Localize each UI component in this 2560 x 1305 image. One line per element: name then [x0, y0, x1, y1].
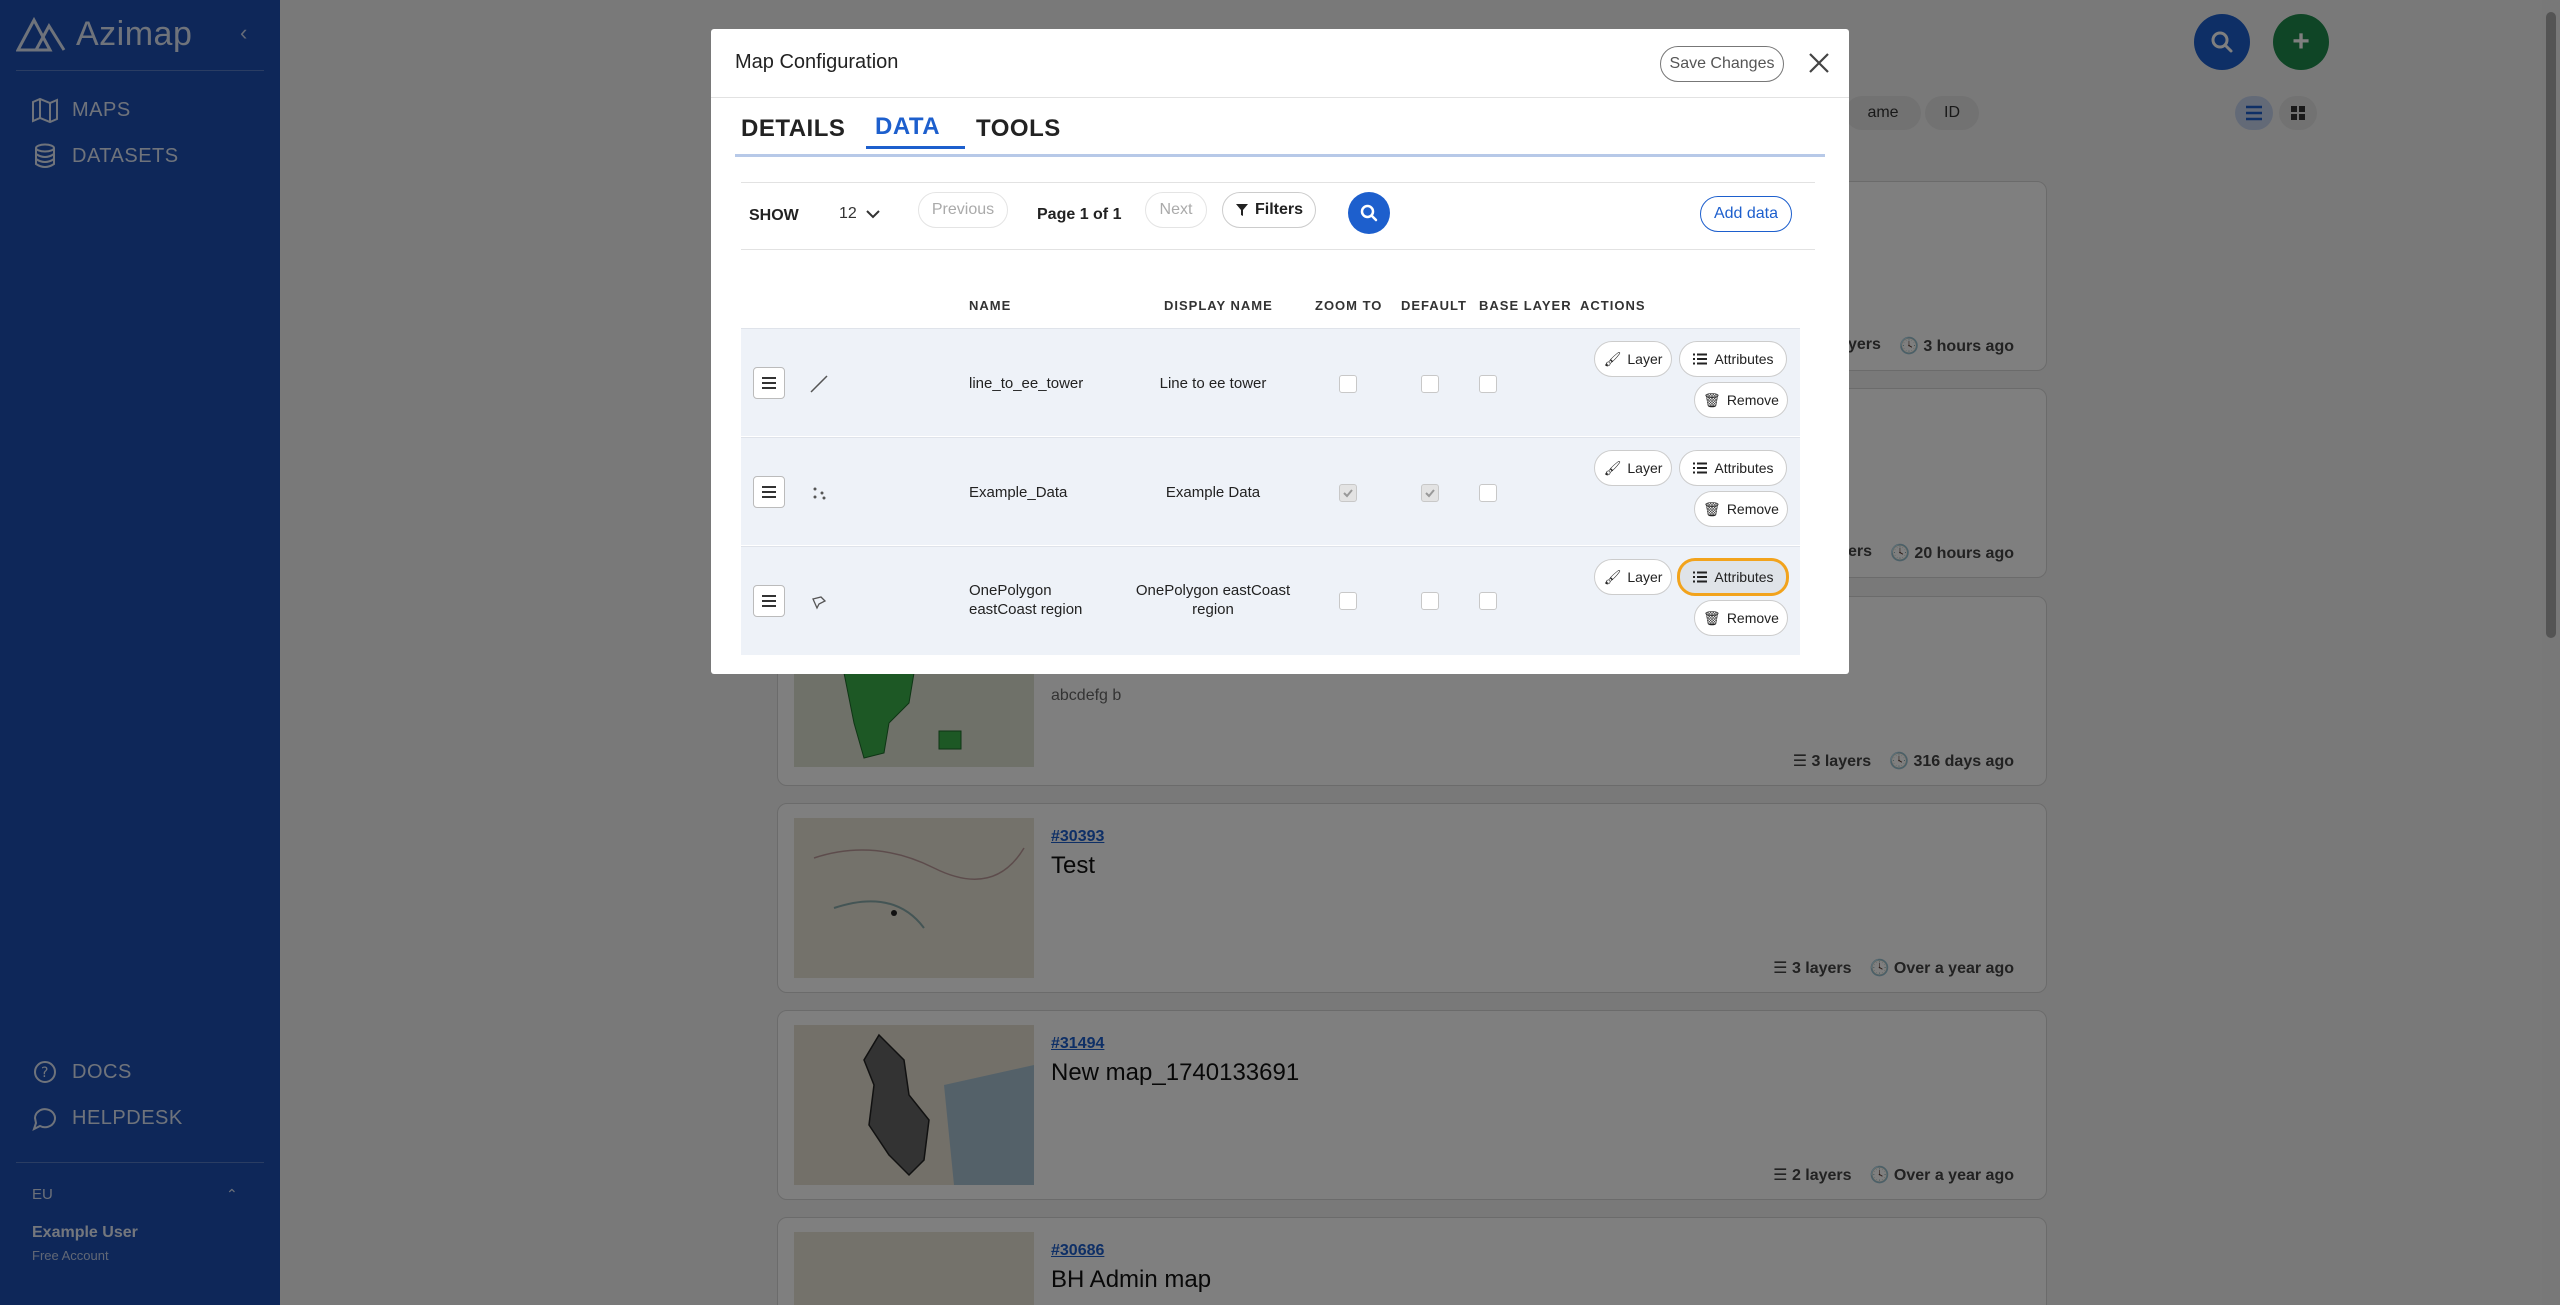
layer-display-name: Line to ee tower [1159, 375, 1267, 392]
zoom-to-checkbox[interactable] [1339, 375, 1357, 393]
polygon-geometry-icon [812, 596, 827, 610]
modal-divider [711, 97, 1849, 98]
drag-handle[interactable] [753, 585, 785, 617]
drag-handle[interactable] [753, 367, 785, 399]
point-geometry-icon [813, 487, 826, 500]
brush-icon: 🖌 [1603, 568, 1622, 585]
remove-layer-button[interactable]: 🗑 Remove [1694, 600, 1788, 636]
trash-icon: 🗑 [1703, 500, 1721, 517]
column-header-zoom-to: ZOOM TO [1315, 298, 1383, 313]
check-icon [1425, 489, 1435, 498]
layer-display-name: Example Data [1165, 484, 1261, 501]
page-size-value: 12 [839, 205, 857, 222]
attributes-button[interactable]: Attributes [1677, 558, 1789, 596]
remove-layer-button[interactable]: 🗑 Remove [1694, 491, 1788, 527]
attributes-button[interactable]: Attributes [1679, 341, 1787, 377]
column-header-default: DEFAULT [1401, 298, 1467, 313]
default-checkbox[interactable] [1421, 592, 1439, 610]
layer-display-name: OnePolygon eastCoast region [1135, 582, 1291, 618]
column-header-base-layer: BASE LAYER [1479, 298, 1572, 313]
close-icon [1809, 53, 1829, 73]
layer-style-button[interactable]: 🖌 Layer [1594, 559, 1672, 595]
column-header-actions: ACTIONS [1580, 298, 1646, 313]
brush-icon: 🖌 [1603, 459, 1622, 476]
map-configuration-modal: Map Configuration Save Changes DETAILS D… [711, 29, 1849, 674]
menu-icon [762, 486, 776, 498]
layer-name: OnePolygon eastCoast region [969, 582, 1083, 618]
toolbar-divider [741, 182, 1815, 183]
tab-details[interactable]: DETAILS [741, 115, 845, 143]
default-checkbox[interactable] [1421, 375, 1439, 393]
attributes-button[interactable]: Attributes [1679, 450, 1787, 486]
close-button[interactable] [1803, 47, 1835, 79]
trash-icon: 🗑 [1703, 391, 1721, 408]
layer-style-button[interactable]: 🖌 Layer [1594, 341, 1672, 377]
filters-label: Filters [1254, 201, 1303, 218]
save-changes-button[interactable]: Save Changes [1660, 46, 1784, 82]
show-label: SHOW [749, 207, 799, 224]
toolbar-divider [741, 249, 1815, 250]
column-header-display-name: DISPLAY NAME [1164, 298, 1273, 313]
default-checkbox[interactable] [1421, 484, 1439, 502]
zoom-to-checkbox[interactable] [1339, 484, 1357, 502]
brush-icon: 🖌 [1603, 350, 1622, 367]
menu-icon [762, 377, 776, 389]
tab-tools[interactable]: TOOLS [976, 115, 1061, 143]
list-icon [1693, 571, 1708, 583]
list-icon [1693, 353, 1708, 365]
active-tab-indicator [866, 146, 965, 149]
filter-icon [1235, 204, 1248, 216]
zoom-to-checkbox[interactable] [1339, 592, 1357, 610]
chevron-down-icon [866, 210, 880, 219]
layer-name: line_to_ee_tower [969, 375, 1084, 392]
list-icon [1693, 462, 1708, 474]
base-layer-checkbox[interactable] [1479, 375, 1497, 393]
add-data-button[interactable]: Add data [1700, 196, 1792, 232]
remove-layer-button[interactable]: 🗑 Remove [1694, 382, 1788, 418]
trash-icon: 🗑 [1703, 609, 1721, 626]
search-icon [1360, 204, 1378, 222]
tab-data[interactable]: DATA [875, 113, 940, 141]
next-page-button[interactable]: Next [1145, 192, 1207, 228]
base-layer-checkbox[interactable] [1479, 592, 1497, 610]
menu-icon [762, 595, 776, 607]
layer-style-button[interactable]: 🖌 Layer [1594, 450, 1672, 486]
table-search-button[interactable] [1348, 192, 1390, 234]
filters-button[interactable]: Filters [1222, 192, 1316, 228]
layer-name: Example_Data [969, 484, 1068, 501]
drag-handle[interactable] [753, 476, 785, 508]
tab-bar [735, 154, 1825, 157]
page-size-select[interactable]: 12 [839, 205, 881, 223]
column-header-name: NAME [969, 298, 1012, 313]
check-icon [1343, 489, 1353, 498]
base-layer-checkbox[interactable] [1479, 484, 1497, 502]
line-geometry-icon [810, 375, 828, 393]
previous-page-button[interactable]: Previous [918, 192, 1008, 228]
page-info: Page 1 of 1 [1037, 206, 1122, 223]
modal-title: Map Configuration [735, 51, 899, 73]
